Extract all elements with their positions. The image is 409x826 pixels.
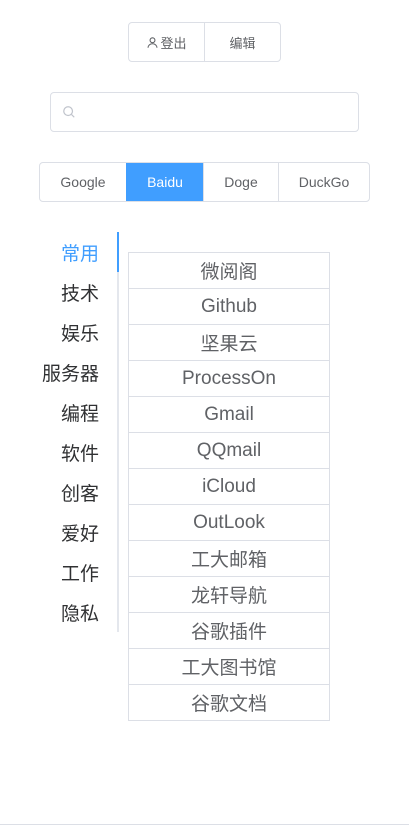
category-sidebar: 常用 技术 娱乐 服务器 编程 软件 创客 爱好 工作 隐私: [30, 232, 119, 632]
link-item[interactable]: 谷歌文档: [128, 684, 330, 721]
link-item[interactable]: 工大邮箱: [128, 540, 330, 577]
category-changyong[interactable]: 常用: [30, 232, 119, 272]
engine-doge[interactable]: Doge: [203, 163, 278, 201]
category-chuangke[interactable]: 创客: [30, 472, 119, 512]
link-item[interactable]: 微阅阁: [128, 252, 330, 289]
link-item[interactable]: OutLook: [128, 504, 330, 541]
edit-button[interactable]: 编辑: [204, 23, 280, 61]
category-fuwuqi[interactable]: 服务器: [30, 352, 119, 392]
category-yinsi[interactable]: 隐私: [30, 592, 119, 632]
category-biancheng[interactable]: 编程: [30, 392, 119, 432]
link-item[interactable]: QQmail: [128, 432, 330, 469]
category-ruanjian[interactable]: 软件: [30, 432, 119, 472]
user-icon: [147, 36, 158, 48]
link-item[interactable]: Gmail: [128, 396, 330, 433]
logout-label: 登出: [160, 35, 187, 51]
link-item[interactable]: ProcessOn: [128, 360, 330, 397]
category-jishu[interactable]: 技术: [30, 272, 119, 312]
sidebar-rail: [117, 232, 119, 632]
category-yule[interactable]: 娱乐: [30, 312, 119, 352]
edit-label: 编辑: [229, 35, 256, 51]
link-list: 微阅阁 Github 坚果云 ProcessOn Gmail QQmail iC…: [128, 252, 330, 721]
category-aihao[interactable]: 爱好: [30, 512, 119, 552]
search-box: [50, 92, 359, 132]
link-item[interactable]: 工大图书馆: [128, 648, 330, 685]
engine-duckgo[interactable]: DuckGo: [278, 163, 369, 201]
logout-button[interactable]: 登出: [129, 23, 204, 61]
link-item[interactable]: 谷歌插件: [128, 612, 330, 649]
link-item[interactable]: 坚果云: [128, 324, 330, 361]
link-item[interactable]: Github: [128, 288, 330, 325]
engine-google[interactable]: Google: [40, 163, 126, 201]
bottom-divider: [0, 824, 409, 825]
search-input[interactable]: [76, 93, 358, 131]
link-item[interactable]: 龙轩导航: [128, 576, 330, 613]
active-indicator: [117, 232, 119, 272]
category-gongzuo[interactable]: 工作: [30, 552, 119, 592]
search-icon: [63, 106, 75, 118]
search-engine-tabs: Google Baidu Doge DuckGo: [39, 162, 370, 202]
engine-baidu[interactable]: Baidu: [126, 163, 203, 201]
link-item[interactable]: iCloud: [128, 468, 330, 505]
top-actions-group: 登出 编辑: [128, 22, 281, 62]
